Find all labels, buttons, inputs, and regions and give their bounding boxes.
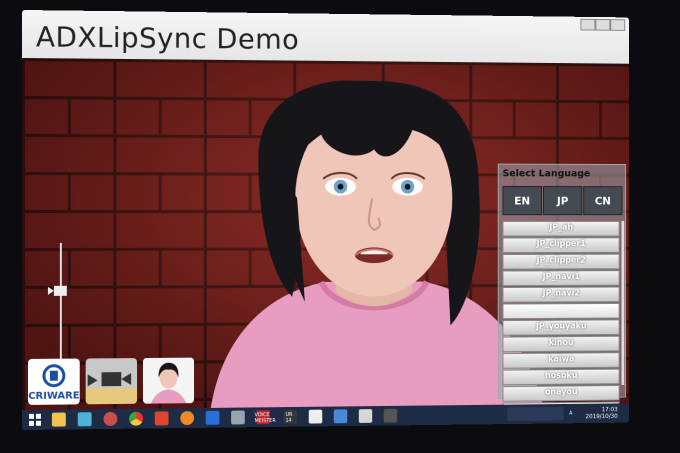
paint-icon[interactable] (103, 411, 118, 427)
file-explorer-icon[interactable] (51, 412, 66, 427)
maximize-button[interactable] (595, 18, 611, 31)
unity-icon[interactable] (383, 408, 398, 423)
brick-wall-scene: Select Language EN JP CN JP_ah JP_clippe… (22, 58, 629, 410)
app-icon[interactable] (205, 410, 220, 425)
windows-start-icon[interactable] (28, 413, 42, 427)
list-item[interactable]: JP_clipper1 (502, 237, 620, 253)
list-item[interactable]: JP_clipper2 (502, 253, 620, 270)
title-bar: ADXLipSync Demo (22, 10, 629, 64)
ur-app-label: UR 14 (285, 411, 293, 424)
close-button[interactable] (610, 19, 626, 31)
shield-icon[interactable] (358, 409, 373, 423)
list-item[interactable]: kaiwa (502, 352, 620, 369)
minimize-button[interactable] (580, 18, 596, 31)
camera-thumbnail[interactable] (85, 358, 138, 405)
powerpoint-icon[interactable] (154, 411, 169, 426)
store-icon[interactable] (77, 412, 92, 427)
language-cn-button[interactable]: CN (583, 186, 623, 216)
character-avatar-icon (142, 357, 195, 404)
chrome-icon[interactable] (129, 411, 143, 426)
list-item[interactable]: JP_navi1 (502, 270, 620, 286)
list-item-selected[interactable] (502, 303, 620, 319)
list-item[interactable]: hosoku (502, 368, 620, 385)
ime-indicator[interactable]: A (569, 411, 572, 417)
language-panel-header: Select Language (502, 168, 591, 180)
language-panel: Select Language EN JP CN JP_ah JP_clippe… (497, 163, 627, 410)
list-item[interactable]: onayou (502, 385, 620, 402)
character-thumbnail[interactable] (142, 357, 195, 404)
chat-icon[interactable] (231, 410, 245, 425)
list-item[interactable]: kinou (502, 335, 620, 352)
voice-clip-list: JP_ah JP_clipper1 JP_clipper2 JP_navi1 J… (502, 220, 620, 410)
list-scrollbar[interactable] (621, 220, 625, 386)
firefox-icon[interactable] (180, 411, 195, 426)
monitor-icon[interactable] (333, 409, 348, 424)
list-item[interactable]: JP_youyaku (502, 319, 620, 336)
projected-screen: ADXLipSync Demo Select Language EN JP CN… (22, 10, 629, 430)
media-player-icon[interactable] (308, 409, 323, 424)
camera-icon (47, 286, 67, 297)
language-en-button[interactable]: EN (502, 185, 543, 216)
list-item[interactable]: JP_ah (502, 220, 620, 237)
criware-logo-thumbnail[interactable]: CRIWARE (27, 358, 80, 405)
video-camera-icon (85, 372, 138, 405)
taskbar-clock[interactable]: 17:03 2019/10/30 (585, 406, 617, 420)
language-jp-button[interactable]: JP (542, 186, 583, 216)
tray-icons[interactable] (507, 406, 564, 422)
list-item[interactable]: JP_navi2 (502, 286, 620, 303)
criware-label: CRIWARE (28, 390, 80, 402)
voice-meister-label: VOICE MEISTER (254, 412, 276, 425)
camera-distance-slider[interactable] (59, 242, 62, 378)
app-title: ADXLipSync Demo (35, 20, 300, 56)
clock-date: 2019/10/30 (585, 413, 618, 421)
